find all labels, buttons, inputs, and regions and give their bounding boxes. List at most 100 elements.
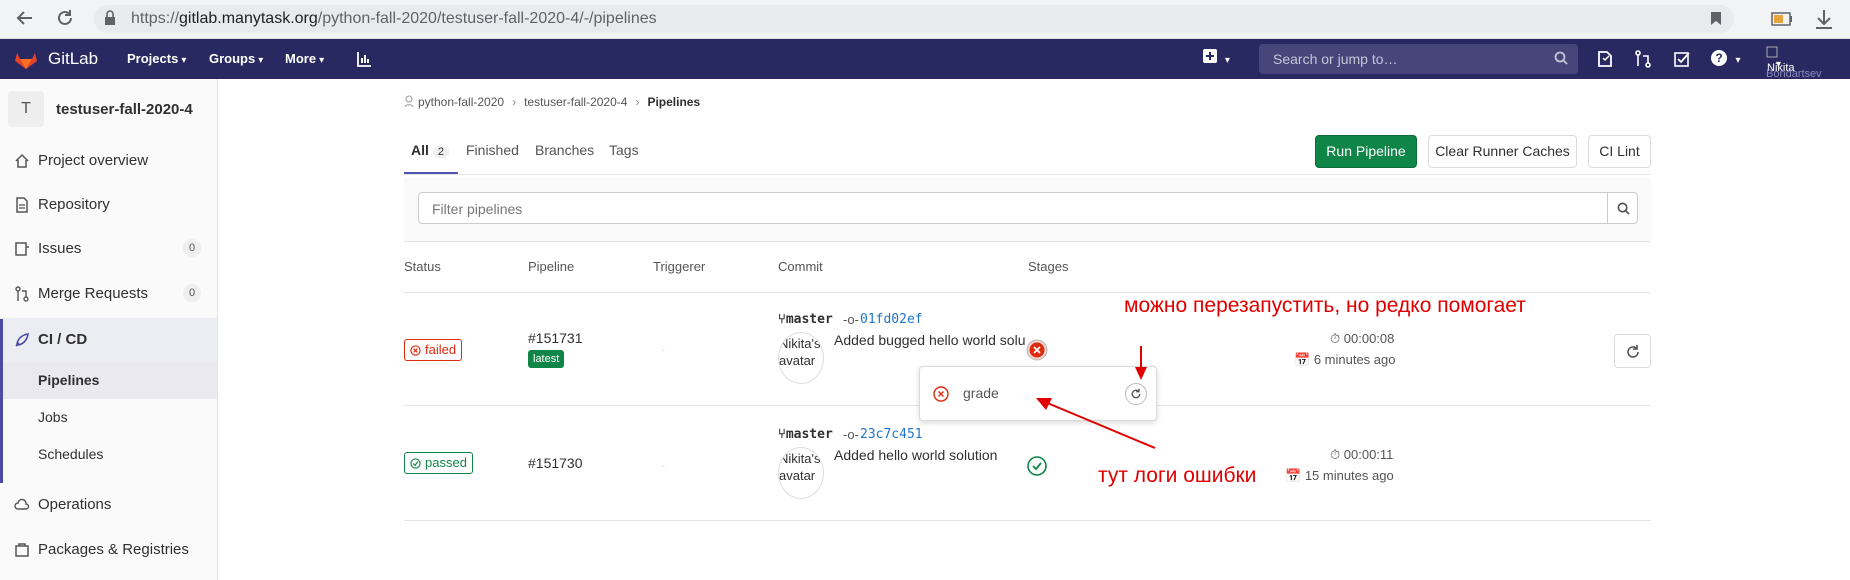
address-bar[interactable]: https://gitlab.manytask.org/python-fall-…	[94, 5, 1734, 33]
stage-failed-icon[interactable]	[1026, 339, 1048, 361]
chevron-down-icon: ▾	[258, 55, 264, 66]
help-icon: ?	[1711, 50, 1727, 66]
search-icon	[1617, 202, 1630, 215]
sidebar-item-operations[interactable]: Operations	[0, 483, 217, 527]
branch-icon: ⑂	[778, 427, 786, 442]
pipeline-id-link[interactable]: #151731	[528, 330, 583, 346]
status-badge-passed[interactable]: passed	[404, 452, 473, 474]
clear-runner-caches-button[interactable]: Clear Runner Caches	[1428, 135, 1577, 168]
sidebar-item-ci-cd[interactable]: CI / CD	[0, 318, 217, 362]
chevron-down-icon: ▾	[181, 55, 187, 66]
sidebar-item-merge-requests[interactable]: Merge Requests 0	[0, 272, 217, 316]
status-badge-failed[interactable]: failed	[404, 339, 463, 361]
triggerer-empty: -	[662, 346, 665, 355]
issues-icon	[15, 242, 29, 256]
branch-link[interactable]: ⑂master	[778, 427, 833, 442]
retry-job-button[interactable]	[1125, 383, 1147, 405]
duration: ⏱ 00:00:11	[1330, 447, 1394, 462]
document-icon	[16, 197, 28, 213]
annotation-arrows	[1036, 346, 1156, 449]
breadcrumb-group[interactable]: python-fall-2020	[418, 95, 504, 109]
help-menu[interactable]: ? ▾	[1710, 49, 1740, 72]
browser-toolbar: https://gitlab.manytask.org/python-fall-…	[0, 0, 1850, 39]
more-menu[interactable]: More ▾	[285, 51, 324, 66]
timer-icon: ⏱	[1330, 331, 1344, 346]
gitlab-logo-icon[interactable]	[14, 48, 38, 70]
column-header-pipeline: Pipeline	[528, 259, 575, 274]
reload-icon[interactable]	[54, 8, 76, 30]
tab-branches[interactable]: Branches	[535, 142, 594, 158]
retry-icon	[1131, 388, 1141, 399]
passed-status-icon	[410, 458, 421, 469]
sidebar-subitem-jobs[interactable]: Jobs	[0, 399, 217, 436]
filter-search-button[interactable]	[1607, 192, 1638, 224]
project-name: testuser-fall-2020-4	[56, 101, 193, 118]
activity-chart-icon[interactable]	[356, 51, 372, 67]
sidebar-subitem-schedules[interactable]: Schedules	[0, 436, 217, 473]
plus-square-icon	[1203, 49, 1217, 63]
branch-icon: ⑂	[778, 312, 786, 327]
retry-icon	[1627, 345, 1639, 358]
merge-request-icon[interactable]	[1634, 50, 1652, 68]
column-header-triggerer: Triggerer	[653, 259, 706, 274]
triggerer-empty: -	[662, 461, 665, 470]
groups-menu[interactable]: Groups ▾	[209, 51, 263, 66]
failed-status-icon	[410, 345, 421, 356]
back-icon[interactable]	[14, 8, 36, 30]
finished-time: 📅 15 minutes ago	[1285, 468, 1394, 483]
projects-menu[interactable]: Projects ▾	[127, 51, 186, 66]
commit-author-avatar[interactable]: Nikita's avatar	[778, 447, 824, 499]
chevron-down-icon: ▾	[1735, 55, 1741, 66]
column-header-status: Status	[404, 259, 441, 274]
brand-name[interactable]: GitLab	[48, 49, 98, 69]
commit-sha-link[interactable]: 01fd02ef	[860, 312, 923, 327]
tab-finished[interactable]: Finished	[466, 142, 519, 158]
tab-all[interactable]: All 2	[411, 142, 450, 158]
todo-document-icon[interactable]	[1596, 50, 1614, 68]
svg-text:?: ?	[1715, 51, 1722, 65]
new-item-button[interactable]: ▾	[1203, 49, 1230, 66]
calendar-icon: 📅	[1294, 352, 1314, 367]
commit-icon: -o-	[843, 312, 859, 327]
tab-all-count: 2	[432, 146, 450, 158]
chevron-right-icon: ›	[635, 95, 640, 109]
project-sidebar: T testuser-fall-2020-4 Project overview …	[0, 79, 218, 580]
retry-pipeline-button[interactable]	[1614, 334, 1651, 368]
branch-link[interactable]: ⑂master	[778, 312, 833, 327]
table-header-divider	[404, 292, 1651, 293]
breadcrumb-project[interactable]: testuser-fall-2020-4	[524, 95, 627, 109]
broken-image-icon	[1766, 46, 1778, 58]
annotation-logs-note: тут логи ошибки	[1098, 464, 1257, 487]
calendar-icon: 📅	[1285, 468, 1305, 483]
pipeline-id-link[interactable]: #151730	[528, 455, 583, 471]
tab-tags[interactable]: Tags	[609, 142, 639, 158]
search-icon	[1554, 51, 1568, 65]
sidebar-item-issues[interactable]: Issues 0	[0, 227, 217, 271]
search-input[interactable]: Search or jump to…	[1259, 44, 1578, 74]
sidebar-item-packages-registries[interactable]: Packages & Registries	[0, 528, 217, 572]
commit-sha-link[interactable]: 23c7c451	[860, 427, 923, 442]
sidebar-item-repository[interactable]: Repository	[0, 183, 217, 227]
merge-request-icon	[15, 286, 29, 302]
job-link-grade[interactable]: grade	[963, 385, 999, 401]
bookmark-icon[interactable]	[1710, 11, 1722, 26]
stage-passed-icon[interactable]	[1026, 455, 1048, 477]
sidebar-item-project-overview[interactable]: Project overview	[0, 139, 217, 183]
filter-pipelines-input[interactable]: Filter pipelines	[418, 192, 1608, 224]
ci-lint-button[interactable]: CI Lint	[1588, 135, 1651, 168]
row-divider	[404, 520, 1651, 521]
commit-author-avatar[interactable]: Nikita's avatar	[778, 332, 824, 384]
duration: ⏱ 00:00:08	[1330, 331, 1395, 346]
commit-message-link[interactable]: Added bugged hello world solu	[834, 332, 1025, 348]
commit-message-link[interactable]: Added hello world solution	[834, 447, 997, 463]
annotation-retry-note: можно перезапустить, но редко помогает	[1124, 294, 1526, 317]
filter-bar: Filter pipelines	[404, 178, 1651, 242]
todo-check-icon[interactable]	[1673, 50, 1691, 68]
breadcrumb-current[interactable]: Pipelines	[647, 95, 700, 109]
chevron-down-icon: ▾	[1224, 55, 1230, 66]
download-icon[interactable]	[1815, 9, 1833, 29]
run-pipeline-button[interactable]: Run Pipeline	[1315, 135, 1417, 168]
breadcrumb: python-fall-2020 › testuser-fall-2020-4 › Pi…	[404, 95, 700, 109]
sidebar-subitem-pipelines[interactable]: Pipelines	[0, 362, 217, 399]
group-avatar-icon	[404, 95, 414, 108]
